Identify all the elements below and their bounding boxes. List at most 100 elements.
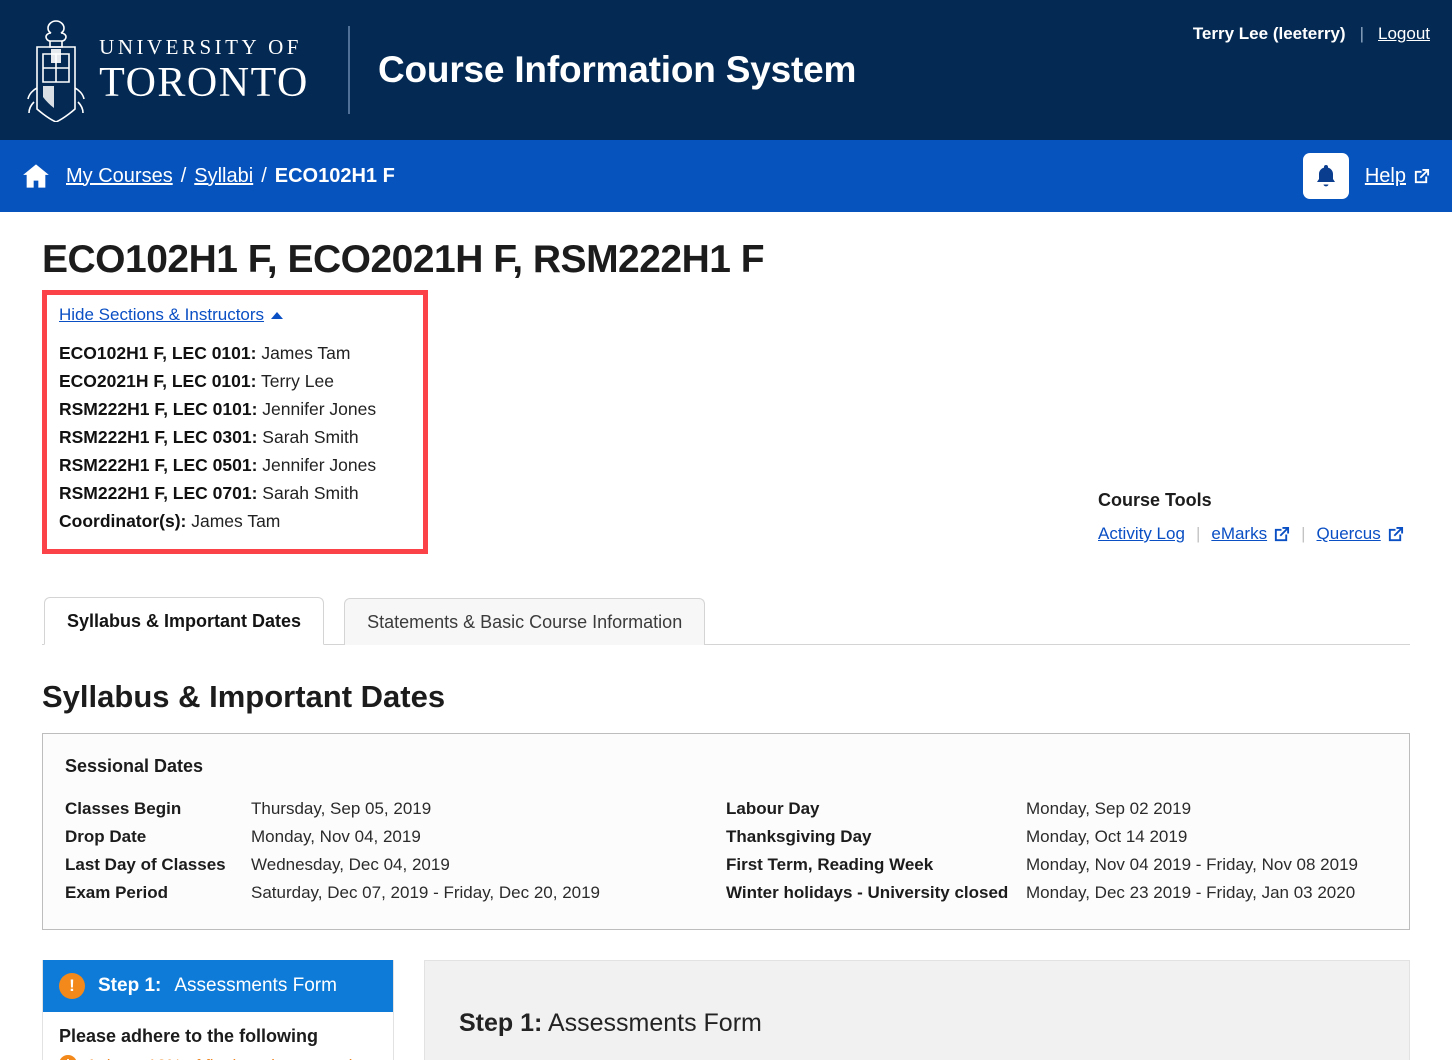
sessional-dates-panel: Sessional Dates Classes Begin Thursday, … <box>42 733 1410 930</box>
section-label: RSM222H1 F, LEC 0101: <box>59 399 258 419</box>
course-tools: Course Tools Activity Log | eMarks | Que… <box>1098 490 1428 544</box>
section-instructor: Jennifer Jones <box>262 399 377 419</box>
date-value: Thursday, Sep 05, 2019 <box>251 799 432 818</box>
section-instructor: James Tam <box>261 343 351 363</box>
step1-content-panel: Step 1: Assessments Form <box>424 960 1410 1060</box>
user-strip: Terry Lee (leeterry) | Logout <box>1193 24 1430 44</box>
bell-icon <box>1316 165 1335 187</box>
breadcrumb-item-my-courses[interactable]: My Courses <box>66 165 173 188</box>
step1-nav-step-title: Assessments Form <box>174 975 337 996</box>
step1-content-step-title: Assessments Form <box>547 1009 762 1037</box>
date-key: Classes Begin <box>65 799 182 818</box>
tab-statements-basic-course-information[interactable]: Statements & Basic Course Information <box>344 598 706 645</box>
breadcrumb-item-syllabi[interactable]: Syllabi <box>194 165 253 188</box>
external-link-icon <box>1274 526 1290 541</box>
alert-circle-icon: ! <box>59 973 85 999</box>
help-link[interactable]: Help <box>1365 165 1430 188</box>
date-key: Drop Date <box>65 827 147 846</box>
coordinator-label: Coordinator(s): <box>59 511 187 531</box>
coordinator-name: James Tam <box>191 511 281 531</box>
header-divider <box>348 26 350 114</box>
step1-nav-header[interactable]: ! Step 1: Assessments Form <box>43 960 393 1012</box>
course-tools-separator-1: | <box>1195 524 1201 543</box>
breadcrumb-item-current: ECO102H1 F <box>274 164 395 187</box>
tab-bar: Syllabus & Important Dates Statements & … <box>42 596 1410 645</box>
uoft-wordmark-line2: TORONTO <box>99 59 309 106</box>
external-link-icon <box>1414 168 1430 183</box>
logout-link[interactable]: Logout <box>1378 24 1430 44</box>
breadcrumb-bar: My Courses / Syllabi / ECO102H1 F Help <box>0 140 1452 212</box>
section-instructor: Jennifer Jones <box>262 455 377 475</box>
quercus-link-label: Quercus <box>1316 524 1381 543</box>
user-strip-separator: | <box>1359 24 1364 43</box>
course-tools-links: Activity Log | eMarks | Quercus <box>1098 524 1428 544</box>
section-label: RSM222H1 F, LEC 0701: <box>59 483 258 503</box>
sections-list: ECO102H1 F, LEC 0101: James Tam ECO2021H… <box>59 339 411 535</box>
step1-nav-step-label: Step 1: <box>98 975 162 996</box>
uoft-wordmark: UNIVERSITY OF TORONTO <box>99 34 309 106</box>
date-key: Labour Day <box>726 799 820 818</box>
date-value: Monday, Nov 04, 2019 <box>251 827 421 846</box>
section-instructor: Sarah Smith <box>262 483 359 503</box>
adhere-item: ! At least 10% of final grade returned t… <box>59 1055 377 1060</box>
date-key: Winter holidays - University closed <box>726 883 1009 902</box>
emarks-link-label: eMarks <box>1211 524 1268 543</box>
help-link-label: Help <box>1364 164 1406 187</box>
date-key: Thanksgiving Day <box>726 827 872 846</box>
date-value: Saturday, Dec 07, 2019 - Friday, Dec 20,… <box>251 883 601 902</box>
list-item: RSM222H1 F, LEC 0501: Jennifer Jones <box>59 451 411 479</box>
section-label: ECO2021H F, LEC 0101: <box>59 371 257 391</box>
caret-up-icon <box>271 311 284 319</box>
notifications-button[interactable] <box>1302 153 1349 199</box>
uoft-logo: UNIVERSITY OF TORONTO <box>0 18 320 122</box>
list-item: ECO2021H F, LEC 0101: Terry Lee <box>59 367 411 395</box>
date-key: Last Day of Classes <box>65 855 226 874</box>
list-item: ECO102H1 F, LEC 0101: James Tam <box>59 339 411 367</box>
step-navigator: ! Step 1: Assessments Form Please adhere… <box>42 960 394 1060</box>
list-item: RSM222H1 F, LEC 0101: Jennifer Jones <box>59 395 411 423</box>
hide-sections-toggle-label: Hide Sections & Instructors <box>59 305 265 324</box>
step-area: ! Step 1: Assessments Form Please adhere… <box>0 960 1452 1060</box>
date-value: Monday, Oct 14 2019 <box>1026 827 1188 846</box>
hide-sections-toggle[interactable]: Hide Sections & Instructors <box>59 305 284 325</box>
user-name: Terry Lee (leeterry) <box>1192 24 1346 43</box>
adhere-title: Please adhere to the following <box>59 1026 319 1046</box>
step1-nav-body: Please adhere to the following ! At leas… <box>43 1012 393 1060</box>
section-instructor: Sarah Smith <box>262 427 359 447</box>
course-tools-title: Course Tools <box>1098 490 1212 510</box>
sessional-dates-grid: Classes Begin Thursday, Sep 05, 2019 Lab… <box>65 799 1387 903</box>
date-key: Exam Period <box>65 883 168 902</box>
home-icon[interactable] <box>22 163 50 189</box>
activity-log-link[interactable]: Activity Log <box>1098 524 1185 544</box>
uoft-wordmark-line1: UNIVERSITY OF <box>99 34 302 59</box>
date-value: Wednesday, Dec 04, 2019 <box>251 855 450 874</box>
section-label: RSM222H1 F, LEC 0501: <box>59 455 258 475</box>
date-value: Monday, Dec 23 2019 - Friday, Jan 03 202… <box>1026 883 1356 902</box>
list-item: RSM222H1 F, LEC 0701: Sarah Smith <box>59 479 411 507</box>
breadcrumb-separator-2: / <box>261 164 267 187</box>
sections-instructors-box: Hide Sections & Instructors ECO102H1 F, … <box>42 290 428 554</box>
section-label: ECO102H1 F, LEC 0101: <box>59 343 257 363</box>
breadcrumb-actions: Help <box>1302 140 1430 212</box>
emarks-link[interactable]: eMarks <box>1211 524 1290 544</box>
section-instructor: Terry Lee <box>261 371 334 391</box>
external-link-icon <box>1388 526 1403 541</box>
sessional-dates-title: Sessional Dates <box>65 756 204 776</box>
page-body: ECO102H1 F, ECO2021H F, RSM222H1 F Hide … <box>0 238 1452 930</box>
tab-syllabus-important-dates[interactable]: Syllabus & Important Dates <box>44 597 325 645</box>
quercus-link[interactable]: Quercus <box>1317 524 1404 544</box>
breadcrumb: My Courses / Syllabi / ECO102H1 F <box>22 163 395 189</box>
breadcrumb-separator-1: / <box>180 164 187 187</box>
list-item: Coordinator(s): James Tam <box>59 507 411 535</box>
date-value: Monday, Sep 02 2019 <box>1026 799 1192 818</box>
app-title: Course Information System <box>378 49 857 90</box>
step1-content-title: Step 1: Assessments Form <box>459 1009 1409 1038</box>
step1-content-step-label: Step 1: <box>459 1009 543 1037</box>
masthead: UNIVERSITY OF TORONTO Course Information… <box>0 0 1452 140</box>
section-heading: Syllabus & Important Dates <box>42 679 446 714</box>
adhere-item-text: At least 10% of final grade returned to <box>86 1055 371 1060</box>
section-label: RSM222H1 F, LEC 0301: <box>59 427 258 447</box>
page-title: ECO102H1 F, ECO2021H F, RSM222H1 F <box>42 238 765 281</box>
alert-circle-icon: ! <box>59 1055 77 1060</box>
course-tools-separator-2: | <box>1301 524 1306 543</box>
